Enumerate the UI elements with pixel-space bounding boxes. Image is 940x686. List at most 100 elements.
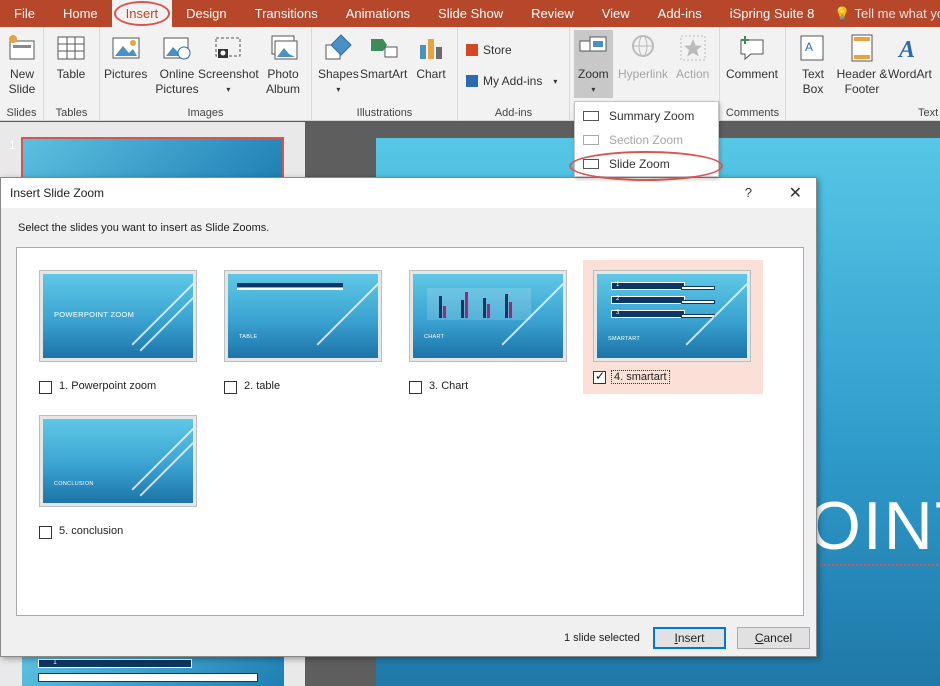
smartart-button[interactable]: SmartArt: [360, 33, 407, 82]
header-footer-icon: [847, 33, 877, 63]
menu-file[interactable]: File: [0, 0, 49, 27]
dialog-title: Insert Slide Zoom: [10, 186, 105, 200]
menu-design[interactable]: Design: [172, 0, 240, 27]
pen-graphic: [131, 425, 193, 491]
smartart-bar: [681, 286, 715, 290]
slide-card-2[interactable]: TABLE 2. table: [224, 270, 384, 400]
chevron-down-icon: ▾: [336, 85, 341, 94]
smartart-bar: [681, 314, 715, 318]
slide-zoom-item[interactable]: Slide Zoom: [569, 151, 723, 181]
slide-checkbox-3[interactable]: [409, 381, 422, 394]
screenshot-button[interactable]: Screenshot ▾: [198, 33, 259, 97]
selection-status: 1 slide selected: [564, 632, 640, 644]
picture-icon: [111, 33, 141, 63]
slide-zoom-icon: [583, 159, 599, 169]
tell-me-box[interactable]: 💡 Tell me what you wa: [834, 6, 940, 22]
slide-label-3: 3. Chart: [429, 380, 469, 392]
my-addins-button[interactable]: My Add-ins ▾: [466, 74, 557, 88]
store-button[interactable]: Store: [466, 43, 512, 57]
ribbon: New Slide Slides Table Tables Pictures O…: [0, 27, 940, 121]
table-graphic: [237, 283, 343, 287]
wordart-icon: A: [895, 33, 925, 63]
comment-button[interactable]: Comment: [726, 33, 778, 82]
insert-button[interactable]: Insert: [653, 627, 726, 649]
shapes-button[interactable]: Shapes ▾: [318, 33, 359, 97]
chart-button[interactable]: Chart: [416, 33, 446, 82]
menu-insert[interactable]: Insert: [111, 0, 173, 27]
slide-card-4[interactable]: 1 2 3 SMARTART 4. smartart: [583, 260, 763, 394]
table-button[interactable]: Table: [56, 33, 86, 82]
hyperlink-button[interactable]: Hyperlink: [618, 33, 668, 82]
pen-graphic: [131, 280, 193, 346]
menu-animations[interactable]: Animations: [332, 0, 424, 27]
chart-icon: [416, 33, 446, 63]
insert-slide-zoom-dialog: Insert Slide Zoom ? ✕ Select the slides …: [0, 177, 817, 657]
slide-checkbox-4[interactable]: [593, 369, 606, 384]
close-button[interactable]: ✕: [789, 183, 802, 203]
wordart-button[interactable]: A WordArt: [888, 33, 932, 82]
menu-transitions[interactable]: Transitions: [241, 0, 332, 27]
smartart-bar: [681, 300, 715, 304]
chevron-down-icon: ▾: [226, 85, 231, 94]
chart-graphic: [427, 288, 531, 320]
svg-text:A: A: [897, 37, 915, 63]
shapes-icon: [323, 33, 353, 63]
thumbnail-number: 1: [9, 138, 16, 152]
smartart-bar: 1: [611, 282, 685, 290]
slide-card-1[interactable]: POWERPOINT ZOOM 1. Powerpoint zoom: [39, 270, 199, 400]
slide-thumbnail-2[interactable]: TABLE: [224, 270, 382, 362]
slide-thumbnail-1[interactable]: POWERPOINT ZOOM: [39, 270, 197, 362]
summary-zoom-item[interactable]: Summary Zoom: [575, 104, 718, 128]
zoom-dropdown-menu: Summary Zoom Section Zoom Slide Zoom: [569, 101, 723, 181]
slide-card-5[interactable]: CONCLUSION 5. conclusion: [39, 415, 199, 545]
slide-thumbnail-4[interactable]: 1 2 3 SMARTART: [593, 270, 751, 362]
zoom-icon: [578, 33, 608, 63]
pictures-button[interactable]: Pictures: [104, 33, 147, 82]
smartart-bar: 2: [611, 296, 685, 304]
new-slide-button[interactable]: New Slide: [4, 33, 40, 97]
chevron-down-icon: ▾: [591, 85, 596, 94]
online-pictures-button[interactable]: Online Pictures: [154, 33, 200, 97]
chevron-down-icon: ▾: [553, 76, 558, 86]
addins-icon: [466, 75, 478, 87]
slide-thumbnail-5[interactable]: CONCLUSION: [39, 415, 197, 507]
text-box-icon: A: [798, 33, 828, 63]
group-slides: New Slide Slides: [0, 27, 44, 121]
menu-view[interactable]: View: [588, 0, 644, 27]
store-icon: [466, 44, 478, 56]
menu-bar: File Home Insert Design Transitions Anim…: [0, 0, 940, 27]
pen-graphic: [139, 431, 193, 497]
section-zoom-item[interactable]: Section Zoom: [575, 128, 718, 152]
action-button[interactable]: Action: [676, 33, 709, 82]
menu-home[interactable]: Home: [49, 0, 112, 27]
svg-text:A: A: [805, 40, 813, 54]
slide-checkbox-2[interactable]: [224, 381, 237, 394]
pen-graphic: [685, 280, 747, 346]
slide-checkbox-1[interactable]: [39, 381, 52, 394]
photo-album-icon: [268, 33, 298, 63]
tell-me-text: Tell me what you wa: [854, 6, 940, 21]
slide-thumbnail-4[interactable]: 1: [22, 656, 284, 686]
menu-ispring[interactable]: iSpring Suite 8: [716, 0, 829, 27]
slide-label-4: 4. smartart: [611, 370, 670, 384]
slide-card-3[interactable]: CHART 3. Chart: [409, 270, 569, 400]
group-tables: Table Tables: [44, 27, 100, 121]
menu-slide-show[interactable]: Slide Show: [424, 0, 517, 27]
new-slide-icon: [7, 33, 37, 63]
cancel-button[interactable]: Cancel: [737, 627, 810, 649]
group-images: Pictures Online Pictures Screenshot ▾ Ph…: [100, 27, 312, 121]
menu-addins[interactable]: Add-ins: [644, 0, 716, 27]
header-footer-button[interactable]: Header & Footer: [836, 33, 888, 97]
slide-thumbnail-3[interactable]: CHART: [409, 270, 567, 362]
help-button[interactable]: ?: [745, 185, 752, 200]
slide-checkbox-5[interactable]: [39, 526, 52, 539]
menu-review[interactable]: Review: [517, 0, 588, 27]
screenshot-icon: [213, 33, 243, 63]
hyperlink-icon: [628, 33, 658, 63]
group-comments: Comment Comments: [720, 27, 786, 121]
photo-album-button[interactable]: Photo Album: [260, 33, 306, 97]
zoom-button[interactable]: Zoom ▾: [574, 30, 613, 98]
text-box-button[interactable]: A Text Box: [798, 33, 828, 97]
slide-title-text[interactable]: OINT: [808, 487, 940, 566]
dialog-title-bar: Insert Slide Zoom ? ✕: [1, 178, 816, 208]
